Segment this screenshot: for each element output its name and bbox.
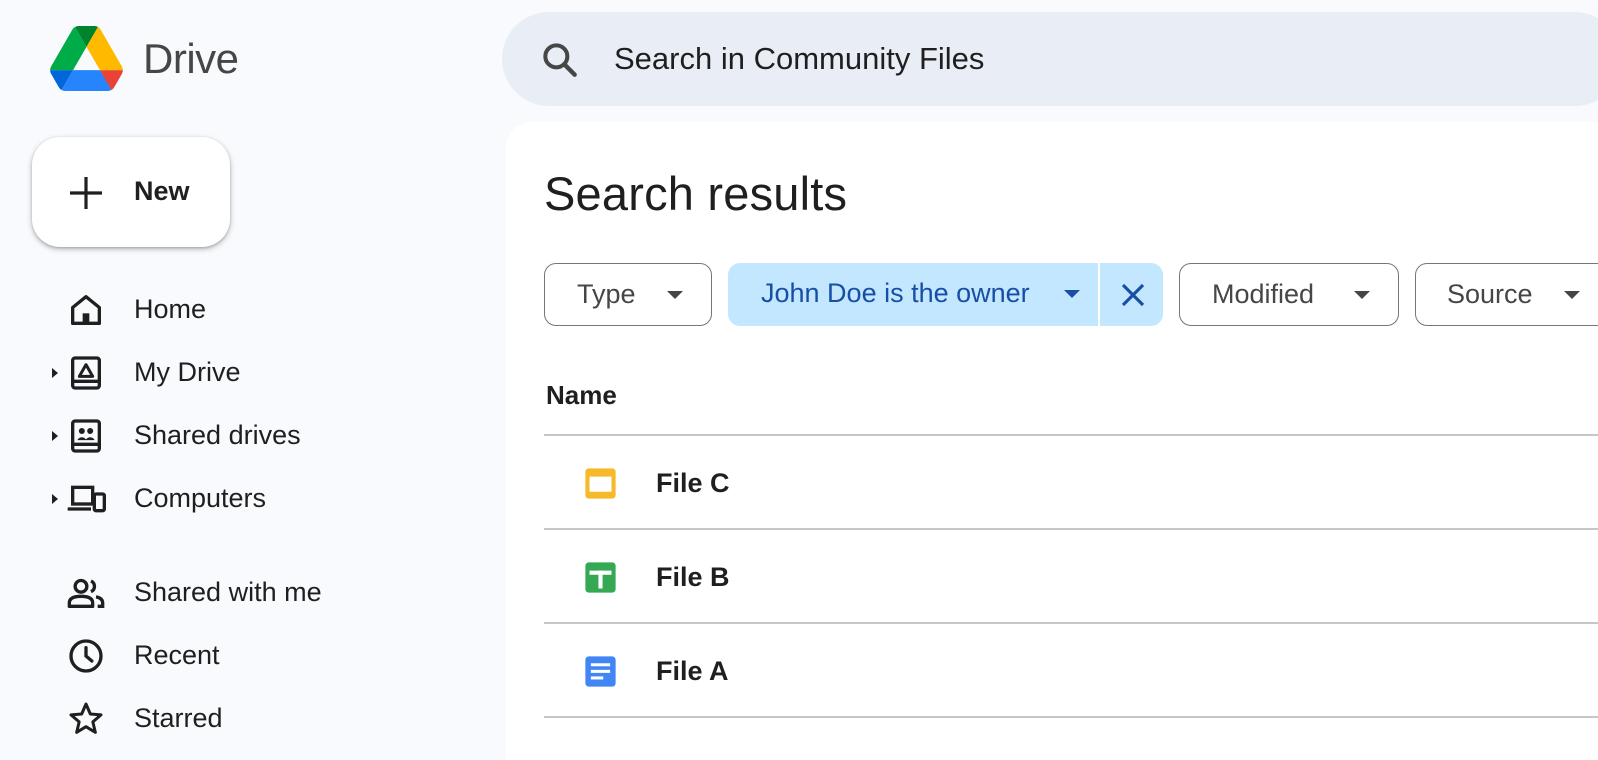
- shared-drives-icon: [71, 419, 101, 453]
- sidebar-item-label: Shared with me: [134, 577, 322, 607]
- sidebar-item-label: Recent: [134, 640, 220, 670]
- chevron-down-icon: [1564, 291, 1580, 299]
- expand-arrow-icon[interactable]: [50, 429, 60, 443]
- star-icon: [69, 702, 103, 734]
- filter-owner-chip[interactable]: John Doe is the owner: [728, 263, 1163, 326]
- filter-modified-chip[interactable]: Modified: [1179, 263, 1399, 326]
- file-name: File B: [656, 562, 730, 592]
- chevron-down-icon: [667, 291, 683, 299]
- app-name: Drive: [143, 34, 239, 82]
- page-title: Search results: [544, 167, 848, 220]
- sidebar-item-label: Shared drives: [134, 420, 301, 450]
- docs-icon: [585, 656, 616, 687]
- computers-icon: [67, 485, 106, 513]
- search-input[interactable]: Search in Community Files: [614, 41, 984, 77]
- plus-icon: [70, 177, 102, 209]
- filter-label: Modified: [1212, 279, 1315, 309]
- new-button-label: New: [134, 176, 190, 206]
- new-button[interactable]: [32, 137, 230, 247]
- drive-logo-icon: [50, 26, 123, 91]
- people-icon: [67, 578, 105, 608]
- file-name: File C: [656, 468, 730, 498]
- expand-arrow-icon[interactable]: [50, 492, 60, 506]
- home-icon: [71, 295, 102, 325]
- filter-source-chip[interactable]: Source: [1415, 263, 1598, 326]
- chevron-down-icon: [1354, 291, 1370, 299]
- chip-divider: [1098, 263, 1100, 326]
- sidebar-item-label: Starred: [134, 703, 223, 733]
- file-name: File A: [656, 656, 729, 686]
- clock-icon: [69, 639, 103, 673]
- drive-logo[interactable]: Drive: [50, 26, 239, 91]
- filter-type-chip[interactable]: Type: [544, 263, 712, 326]
- slides-icon: [585, 468, 616, 499]
- sheets-icon: [585, 562, 616, 593]
- filter-label: Type: [577, 279, 636, 309]
- column-header-name[interactable]: Name: [546, 380, 617, 411]
- filter-label: John Doe is the owner: [761, 278, 1030, 308]
- sidebar-item-label: My Drive: [134, 357, 241, 387]
- expand-arrow-icon[interactable]: [50, 366, 60, 380]
- sidebar-item-label: Computers: [134, 483, 267, 513]
- divider: [544, 716, 1598, 718]
- my-drive-icon: [71, 356, 101, 390]
- filter-label: Source: [1447, 279, 1533, 309]
- sidebar-item-label: Home: [134, 294, 207, 324]
- search-icon[interactable]: [538, 38, 582, 82]
- close-icon[interactable]: [1118, 280, 1148, 310]
- chevron-down-icon: [1064, 290, 1080, 298]
